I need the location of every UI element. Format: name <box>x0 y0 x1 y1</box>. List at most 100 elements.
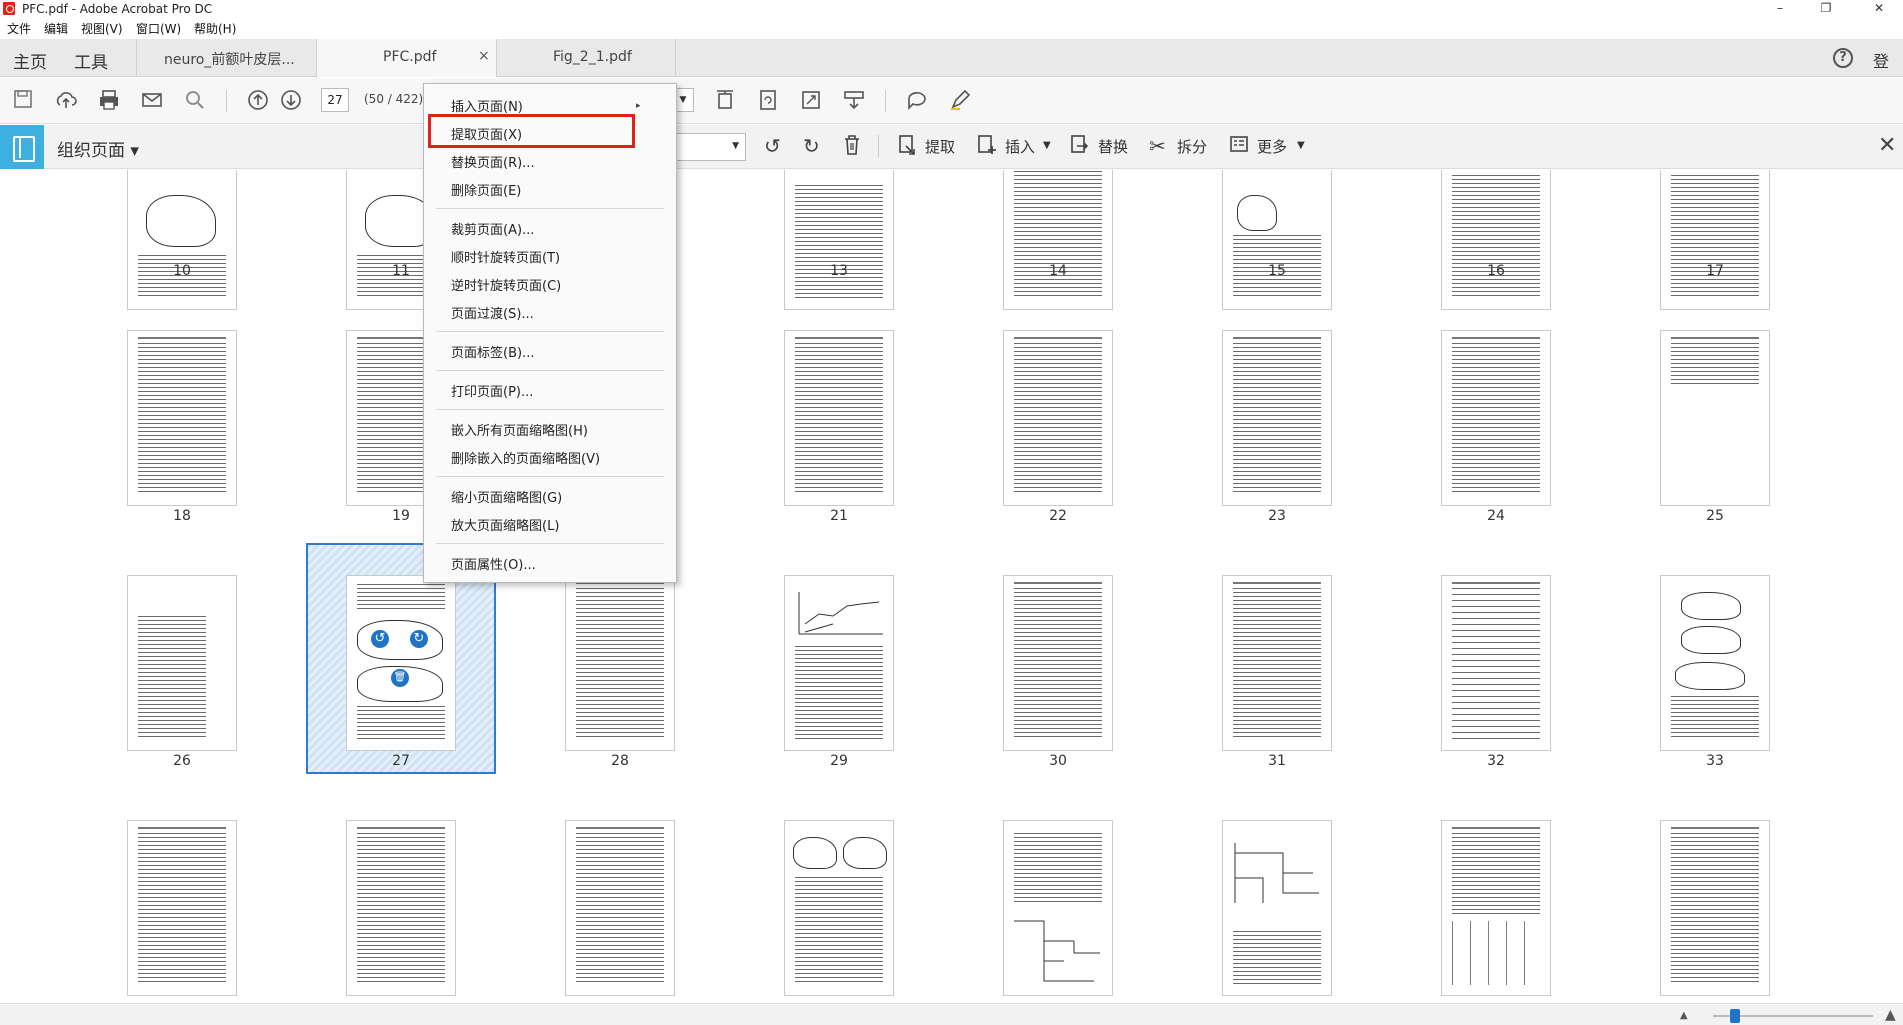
page-thumbnail[interactable] <box>127 330 237 506</box>
minimize-button[interactable]: – <box>1757 0 1803 18</box>
menu-crop-pages[interactable]: 裁剪页面(A)... <box>451 219 534 238</box>
replace-button[interactable]: 替换 <box>1098 136 1128 157</box>
delete-page-icon[interactable] <box>842 134 862 161</box>
page-number-input[interactable]: 27 <box>321 88 349 112</box>
page-thumbnail-selected[interactable] <box>346 575 456 751</box>
page-thumbnail[interactable] <box>1222 575 1332 751</box>
fit-page-icon[interactable] <box>713 88 737 112</box>
page-thumbnail[interactable] <box>1660 575 1770 751</box>
page-thumbnail[interactable] <box>784 170 894 310</box>
page-thumbnail[interactable] <box>1003 170 1113 310</box>
page-thumbnail[interactable] <box>1660 330 1770 506</box>
doc-tab-pfc[interactable]: PFC.pdf × <box>316 39 496 77</box>
page-thumbnail[interactable] <box>1441 820 1551 996</box>
menu-delete-pages[interactable]: 删除页面(E) <box>451 180 521 199</box>
page-number-label: 14 <box>1049 263 1067 279</box>
page-thumbnail[interactable] <box>1441 170 1551 310</box>
zoom-in-icon[interactable]: ▲ <box>1885 1007 1896 1023</box>
page-thumbnail[interactable] <box>1003 575 1113 751</box>
rotate-view-icon[interactable] <box>756 88 780 112</box>
menu-file[interactable]: 文件 <box>7 20 31 37</box>
page-thumbnail[interactable] <box>1660 820 1770 996</box>
restore-button[interactable]: ❐ <box>1803 0 1849 18</box>
rotate-cw-icon[interactable]: ↻ <box>408 628 430 650</box>
page-thumbnail[interactable] <box>1660 170 1770 310</box>
page-thumbnail[interactable] <box>346 820 456 996</box>
doc-tab-fig[interactable]: Fig_2_1.pdf <box>496 39 676 77</box>
menu-rotate-cw[interactable]: 顺时针旋转页面(T) <box>451 247 560 266</box>
close-organize-icon[interactable]: ✕ <box>1878 133 1896 158</box>
page-thumbnail[interactable] <box>565 820 675 996</box>
menu-rotate-ccw[interactable]: 逆时针旋转页面(C) <box>451 275 561 294</box>
tab-home[interactable]: 主页 <box>13 48 47 73</box>
page-number-label: 13 <box>830 263 848 279</box>
prev-page-icon[interactable] <box>246 88 270 112</box>
save-icon[interactable] <box>11 88 35 112</box>
organize-pages-icon[interactable] <box>0 125 44 169</box>
page-number-label: 24 <box>1487 508 1505 524</box>
doc-tab-neuro[interactable]: neuro_前额叶皮层... <box>136 39 316 77</box>
menu-shrink-thumbnails[interactable]: 缩小页面缩略图(G) <box>451 487 562 506</box>
page-thumbnail[interactable] <box>127 170 237 310</box>
menu-print-pages[interactable]: 打印页面(P)... <box>451 381 533 400</box>
scroll-mode-icon[interactable] <box>842 88 866 112</box>
page-thumbnail[interactable] <box>784 330 894 506</box>
extract-button[interactable]: 提取 <box>925 136 955 157</box>
menu-replace-pages[interactable]: 替换页面(R)... <box>451 152 535 171</box>
organize-pages-title[interactable]: 组织页面 ▾ <box>57 136 139 161</box>
upload-icon[interactable] <box>54 88 78 112</box>
menu-window[interactable]: 窗口(W) <box>136 20 181 37</box>
toolbar-divider <box>885 90 886 112</box>
page-context-menu: 插入页面(N) ▸ 提取页面(X) 替换页面(R)... 删除页面(E) 裁剪页… <box>423 83 677 583</box>
fullscreen-icon[interactable] <box>799 88 823 112</box>
zoom-slider-handle[interactable] <box>1730 1009 1740 1023</box>
submenu-arrow-icon: ▸ <box>636 101 641 111</box>
close-window-button[interactable]: ✕ <box>1856 0 1902 18</box>
more-button[interactable]: 更多 <box>1257 136 1287 157</box>
next-page-icon[interactable] <box>279 88 303 112</box>
more-dropdown-icon[interactable]: ▼ <box>1297 140 1305 151</box>
menu-remove-thumbnails[interactable]: 删除嵌入的页面缩略图(V) <box>451 448 600 467</box>
tab-tools[interactable]: 工具 <box>74 48 108 73</box>
menu-enlarge-thumbnails[interactable]: 放大页面缩略图(L) <box>451 515 559 534</box>
toolbar-divider <box>226 90 227 112</box>
delete-page-icon[interactable]: 🗑 <box>389 667 411 689</box>
comment-icon[interactable] <box>905 88 929 112</box>
page-thumbnail[interactable] <box>1222 820 1332 996</box>
menu-page-labels[interactable]: 页面标签(B)... <box>451 342 534 361</box>
rotate-ccw-icon[interactable]: ↺ <box>369 628 391 650</box>
highlight-pen-icon[interactable] <box>948 88 972 112</box>
insert-button[interactable]: 插入 <box>1005 136 1035 157</box>
page-thumbnail[interactable] <box>784 820 894 996</box>
menu-page-properties[interactable]: 页面属性(O)... <box>451 554 536 573</box>
page-thumbnail[interactable] <box>565 575 675 751</box>
zoom-out-icon[interactable]: ▲ <box>1680 1010 1688 1021</box>
menu-help[interactable]: 帮助(H) <box>194 20 236 37</box>
page-thumbnail[interactable] <box>1003 820 1113 996</box>
page-thumbnail[interactable] <box>1441 330 1551 506</box>
menu-page-transitions[interactable]: 页面过渡(S)... <box>451 303 534 322</box>
split-button[interactable]: 拆分 <box>1177 136 1207 157</box>
page-thumbnail[interactable] <box>784 575 894 751</box>
scissors-icon: ✂ <box>1149 134 1166 158</box>
page-thumbnail[interactable] <box>1222 330 1332 506</box>
close-tab-icon[interactable]: × <box>478 48 490 64</box>
page-thumbnail[interactable] <box>127 820 237 996</box>
menu-embed-thumbnails[interactable]: 嵌入所有页面缩略图(H) <box>451 420 588 439</box>
help-icon[interactable]: ? <box>1833 48 1853 68</box>
search-icon[interactable] <box>183 88 207 112</box>
menu-edit[interactable]: 编辑 <box>44 20 68 37</box>
email-icon[interactable] <box>140 88 164 112</box>
menu-insert-pages[interactable]: 插入页面(N) <box>451 96 523 115</box>
page-thumbnail[interactable] <box>1003 330 1113 506</box>
page-thumbnail[interactable] <box>1222 170 1332 310</box>
insert-dropdown-icon[interactable]: ▼ <box>1043 140 1051 151</box>
menu-view[interactable]: 视图(V) <box>81 20 123 37</box>
page-thumbnail[interactable] <box>127 575 237 751</box>
print-icon[interactable] <box>97 88 121 112</box>
rotate-ccw-icon[interactable]: ↺ <box>764 134 781 158</box>
page-range-select[interactable]: ▼ <box>672 133 746 161</box>
page-number-label: 33 <box>1706 753 1724 769</box>
rotate-cw-icon[interactable]: ↻ <box>803 134 820 158</box>
page-thumbnail[interactable] <box>1441 575 1551 751</box>
